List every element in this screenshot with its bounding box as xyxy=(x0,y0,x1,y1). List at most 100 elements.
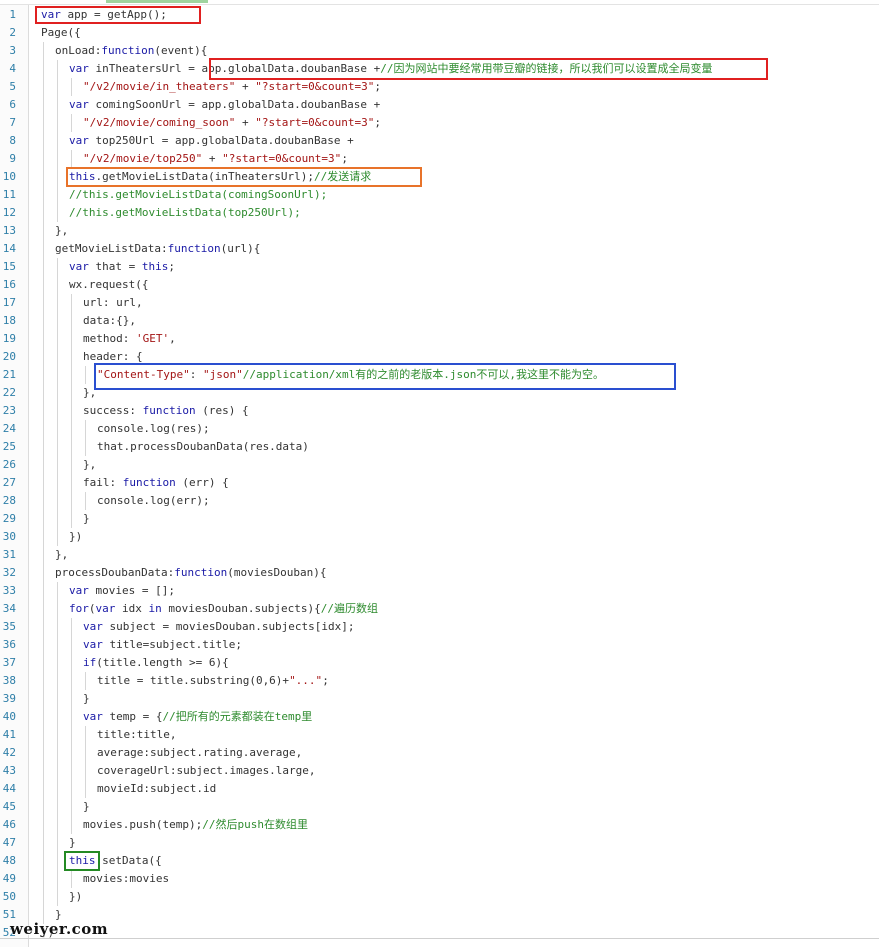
line-number: 50 xyxy=(2,890,16,903)
code-line[interactable]: 52}) xyxy=(0,924,879,942)
code-line[interactable]: 18 data:{}, xyxy=(0,312,879,330)
code-token: that.processDoubanData(res.data) xyxy=(97,440,309,453)
code-keyword: var xyxy=(69,62,89,75)
code-line[interactable]: 16 wx.request({ xyxy=(0,276,879,294)
code-line[interactable]: 36 var title=subject.title; xyxy=(0,636,879,654)
code-text: title = title.substring(0,6)+"..."; xyxy=(97,672,329,690)
code-text: "/v2/movie/coming_soon" + "?start=0&coun… xyxy=(83,114,381,132)
code-line[interactable]: 44 movieId:subject.id xyxy=(0,780,879,798)
line-number: 27 xyxy=(2,476,16,489)
line-number: 17 xyxy=(2,296,16,309)
code-text: coverageUrl:subject.images.large, xyxy=(97,762,316,780)
indent-guide xyxy=(71,870,72,888)
code-line[interactable]: 37 if(title.length >= 6){ xyxy=(0,654,879,672)
code-keyword: var xyxy=(69,134,89,147)
line-number: 19 xyxy=(2,332,16,345)
code-keyword: function xyxy=(174,566,228,579)
code-line[interactable]: 11 //this.getMovieListData(comingSoonUrl)… xyxy=(0,186,879,204)
code-string: "/v2/movie/top250" xyxy=(83,152,203,165)
line-number: 46 xyxy=(2,818,16,831)
code-token: ; xyxy=(322,674,329,687)
code-line[interactable]: 34 for(var idx in moviesDouban.subjects){… xyxy=(0,600,879,618)
code-line[interactable]: 19 method: 'GET', xyxy=(0,330,879,348)
code-line[interactable]: 35 var subject = moviesDouban.subjects[id… xyxy=(0,618,879,636)
highlight-box-content-type xyxy=(94,363,676,390)
code-token: ; xyxy=(374,116,382,129)
line-number: 3 xyxy=(9,44,16,57)
code-text: fail: function (err) { xyxy=(83,474,229,492)
code-line[interactable]: 38 title = title.substring(0,6)+"..."; xyxy=(0,672,879,690)
line-number: 6 xyxy=(9,98,16,111)
code-token: movies.push(temp); xyxy=(83,818,203,831)
code-text: for(var idx in moviesDouban.subjects){//… xyxy=(69,600,378,618)
code-text: "/v2/movie/in_theaters" + "?start=0&coun… xyxy=(83,78,381,96)
code-line[interactable]: 27 fail: function (err) { xyxy=(0,474,879,492)
code-line[interactable]: 14 getMovieListData:function(url){ xyxy=(0,240,879,258)
code-token: top250Url = app.globalData.doubanBase + xyxy=(88,134,354,147)
line-number: 43 xyxy=(2,764,16,777)
code-line[interactable]: 25 that.processDoubanData(res.data) xyxy=(0,438,879,456)
indent-guide xyxy=(57,60,58,222)
code-line[interactable]: 47} xyxy=(0,834,879,852)
code-line[interactable]: 29} xyxy=(0,510,879,528)
code-keyword: var xyxy=(69,584,89,597)
code-token: getMovieListData: xyxy=(55,242,168,255)
code-text: var top250Url = app.globalData.doubanBas… xyxy=(69,132,354,150)
code-line[interactable]: 12 //this.getMovieListData(top250Url); xyxy=(0,204,879,222)
code-line[interactable]: 26}, xyxy=(0,456,879,474)
code-line[interactable]: 13}, xyxy=(0,222,879,240)
code-line[interactable]: 39} xyxy=(0,690,879,708)
code-text: }) xyxy=(69,888,82,906)
code-line[interactable]: 15 var that = this; xyxy=(0,258,879,276)
code-line[interactable]: 51} xyxy=(0,906,879,924)
code-line[interactable]: 9 "/v2/movie/top250" + "?start=0&count=3"… xyxy=(0,150,879,168)
code-line[interactable]: 42 average:subject.rating.average, xyxy=(0,744,879,762)
code-line[interactable]: 6 var comingSoonUrl = app.globalData.doub… xyxy=(0,96,879,114)
code-line[interactable]: 33 var movies = []; xyxy=(0,582,879,600)
active-tab-indicator xyxy=(106,0,208,3)
code-line[interactable]: 2 Page({ xyxy=(0,24,879,42)
code-line[interactable]: 5 "/v2/movie/in_theaters" + "?start=0&cou… xyxy=(0,78,879,96)
code-token: + xyxy=(235,116,256,129)
code-line[interactable]: 45} xyxy=(0,798,879,816)
code-keyword: var xyxy=(83,638,103,651)
code-keyword: var xyxy=(95,602,116,615)
code-text: "/v2/movie/top250" + "?start=0&count=3"; xyxy=(83,150,348,168)
code-token: average:subject.rating.average, xyxy=(97,746,303,759)
code-text: var title=subject.title; xyxy=(83,636,242,654)
code-line[interactable]: 49 movies:movies xyxy=(0,870,879,888)
code-line[interactable]: 46 movies.push(temp);//然后push在数组里 xyxy=(0,816,879,834)
code-token: (res) { xyxy=(195,404,249,417)
code-line[interactable]: 23 success: function (res) { xyxy=(0,402,879,420)
code-line[interactable]: 30}) xyxy=(0,528,879,546)
code-line[interactable]: 28 console.log(err); xyxy=(0,492,879,510)
code-line[interactable]: 8 var top250Url = app.globalData.doubanBa… xyxy=(0,132,879,150)
code-line[interactable]: 7 "/v2/movie/coming_soon" + "?start=0&cou… xyxy=(0,114,879,132)
code-text: var movies = []; xyxy=(69,582,175,600)
line-number: 20 xyxy=(2,350,16,363)
code-line[interactable]: 17 url: url, xyxy=(0,294,879,312)
line-number: 39 xyxy=(2,692,16,705)
code-keyword: var xyxy=(83,710,103,723)
code-line[interactable]: 40 var temp = {//把所有的元素都装在temp里 xyxy=(0,708,879,726)
code-text: }) xyxy=(69,528,82,546)
code-line[interactable]: 48 this.setData({ xyxy=(0,852,879,870)
code-line[interactable]: 32 processDoubanData:function(moviesDouba… xyxy=(0,564,879,582)
code-editor[interactable]: 1 var app = getApp(); 2 Page({3 onLoad:funct… xyxy=(0,0,879,947)
code-text: } xyxy=(83,510,90,528)
code-token: onLoad: xyxy=(55,44,102,57)
code-text: var that = this; xyxy=(69,258,175,276)
code-line[interactable]: 43 coverageUrl:subject.images.large, xyxy=(0,762,879,780)
line-number: 14 xyxy=(2,242,16,255)
code-line[interactable]: 24 console.log(res); xyxy=(0,420,879,438)
code-token: }) xyxy=(69,890,83,903)
code-text: getMovieListData:function(url){ xyxy=(55,240,260,258)
line-number: 37 xyxy=(2,656,16,669)
code-line[interactable]: 41 title:title, xyxy=(0,726,879,744)
code-text: that.processDoubanData(res.data) xyxy=(97,438,309,456)
code-line[interactable]: 50}) xyxy=(0,888,879,906)
code-token: }, xyxy=(55,548,69,561)
code-text: }, xyxy=(83,456,96,474)
code-token: , xyxy=(169,332,176,345)
code-line[interactable]: 31}, xyxy=(0,546,879,564)
